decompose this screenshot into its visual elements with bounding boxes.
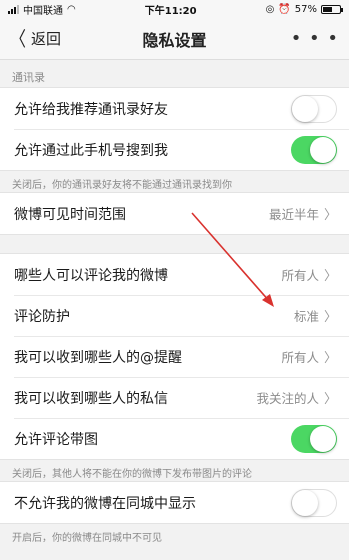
row-label: 允许给我推荐通讯录好友 (14, 101, 168, 118)
value-text: 最近半年 (268, 207, 319, 222)
row-label: 评论防护 (14, 308, 70, 325)
comment-images-row: 允许评论带图 (0, 418, 349, 459)
value-text: 我关注的人 (256, 391, 319, 406)
comment-images-toggle[interactable] (291, 424, 337, 453)
clock: 下午11:20 (144, 5, 197, 17)
recommend-contacts-row: 允许给我推荐通讯录好友 (0, 88, 349, 129)
contacts-section-label: 通讯录 (12, 71, 45, 84)
row-label: 允许通过此手机号搜到我 (14, 142, 168, 159)
visibility-range-row[interactable]: 微博可见时间范围 最近半年 〉 (0, 193, 349, 234)
comments-group: 哪些人可以评论我的微博 所有人 〉 评论防护 标准 〉 我可以收到哪些人的@提醒… (0, 253, 349, 460)
chevron-left-icon: 〈 (10, 26, 26, 51)
comment-protection-row[interactable]: 评论防护 标准 〉 (0, 295, 349, 336)
signal-icon (8, 4, 19, 14)
more-options-button[interactable]: • • • (291, 28, 339, 49)
chevron-right-icon: 〉 (323, 269, 337, 284)
row-value: 所有人 〉 (281, 347, 337, 366)
value-text: 所有人 (281, 350, 319, 365)
recommend-contacts-toggle[interactable] (291, 94, 337, 123)
city-note: 开启后，你的微博在同城中不可见 (12, 533, 162, 544)
wifi-icon: ◠ (67, 3, 76, 15)
carrier-label: 中国联通 (23, 5, 63, 17)
who-can-comment-row[interactable]: 哪些人可以评论我的微博 所有人 〉 (0, 254, 349, 295)
battery-icon (321, 4, 343, 14)
row-value: 所有人 〉 (281, 265, 337, 284)
visibility-group: 微博可见时间范围 最近半年 〉 (0, 192, 349, 235)
status-bar: 中国联通 ◠ 下午11:20 ◎ ⏰ 57% (0, 0, 349, 18)
row-label: 哪些人可以评论我的微博 (14, 267, 168, 284)
lock-rotation-icon: ◎ (265, 3, 275, 15)
city-group: 不允许我的微博在同城中显示 (0, 481, 349, 524)
find-by-phone-toggle[interactable] (291, 135, 337, 164)
find-by-phone-row: 允许通过此手机号搜到我 (0, 129, 349, 170)
row-value: 标准 〉 (294, 306, 337, 325)
chevron-right-icon: 〉 (323, 208, 337, 223)
back-label: 返回 (31, 30, 62, 48)
chevron-right-icon: 〉 (323, 310, 337, 325)
hide-in-city-row: 不允许我的微博在同城中显示 (0, 482, 349, 523)
row-label: 不允许我的微博在同城中显示 (14, 495, 196, 512)
value-text: 所有人 (281, 268, 319, 283)
row-label: 我可以收到哪些人的@提醒 (14, 349, 182, 366)
mention-alerts-row[interactable]: 我可以收到哪些人的@提醒 所有人 〉 (0, 336, 349, 377)
chevron-right-icon: 〉 (323, 351, 337, 366)
row-value: 最近半年 〉 (269, 204, 337, 223)
row-label: 我可以收到哪些人的私信 (14, 390, 168, 407)
row-label: 允许评论带图 (14, 431, 98, 448)
alarm-icon: ⏰ (278, 3, 291, 15)
hide-in-city-toggle[interactable] (291, 488, 337, 517)
toggle-knob (292, 489, 318, 516)
navigation-bar: 〈 返回 隐私设置 • • • (0, 18, 349, 60)
contacts-note: 关闭后，你的通讯录好友将不能通过通讯录找到你 (12, 180, 232, 191)
chevron-right-icon: 〉 (323, 392, 337, 407)
comments-note: 关闭后，其他人将不能在你的微博下发布带图片的评论 (12, 469, 252, 480)
back-button[interactable]: 〈 返回 (8, 28, 61, 49)
private-messages-row[interactable]: 我可以收到哪些人的私信 我关注的人 〉 (0, 377, 349, 418)
row-value: 我关注的人 〉 (256, 388, 337, 407)
battery-percent: 57% (294, 3, 317, 15)
toggle-knob (310, 425, 336, 452)
value-text: 标准 (293, 309, 319, 324)
toggle-knob (292, 95, 318, 122)
toggle-knob (310, 136, 336, 163)
contacts-group: 允许给我推荐通讯录好友 允许通过此手机号搜到我 (0, 87, 349, 171)
row-label: 微博可见时间范围 (14, 206, 126, 223)
